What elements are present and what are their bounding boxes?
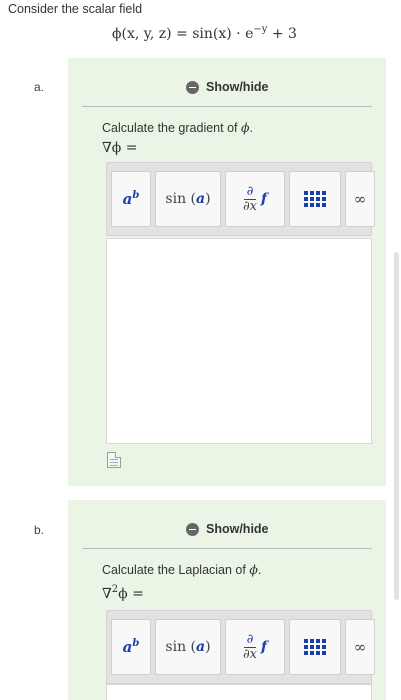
show-hide-toggle-a[interactable]: Show/hide bbox=[186, 80, 269, 94]
infinity-icon: ∞ bbox=[353, 638, 367, 656]
gradient-prompt: Calculate the gradient of ϕ. bbox=[102, 120, 253, 135]
math-toolbar-b: ab sin (a) ∂ ∂x f ∞ bbox=[106, 610, 375, 684]
intro-text: Consider the scalar field bbox=[8, 2, 143, 16]
scalar-field-equation: ϕ(x, y, z) = sin(x) · e−y + 3 bbox=[112, 24, 297, 42]
file-upload-icon[interactable] bbox=[107, 452, 121, 468]
derivative-button[interactable]: ∂ ∂x f bbox=[225, 171, 285, 227]
power-button[interactable]: ab bbox=[111, 171, 151, 227]
matrix-button[interactable] bbox=[289, 171, 341, 227]
minus-circle-icon bbox=[186, 80, 199, 94]
part-a-panel: Show/hide Calculate the gradient of ϕ. ∇… bbox=[68, 58, 386, 486]
gradient-answer-input[interactable] bbox=[106, 238, 372, 444]
part-b-panel: Show/hide Calculate the Laplacian of ϕ. … bbox=[68, 500, 386, 700]
part-b-label: b. bbox=[34, 523, 45, 537]
power-button[interactable]: ab bbox=[111, 619, 151, 675]
divider bbox=[82, 106, 372, 107]
matrix-icon bbox=[304, 639, 326, 655]
sin-button[interactable]: sin (a) bbox=[155, 619, 221, 675]
infinity-button[interactable]: ∞ bbox=[345, 171, 375, 227]
part-a-label: a. bbox=[34, 80, 45, 94]
laplacian-math-label: ∇2ϕ = bbox=[102, 584, 144, 602]
infinity-icon: ∞ bbox=[353, 190, 367, 208]
divider bbox=[82, 548, 372, 549]
show-hide-toggle-b[interactable]: Show/hide bbox=[186, 522, 269, 536]
math-toolbar-a: ab sin (a) ∂ ∂x f ∞ bbox=[106, 162, 375, 236]
minus-circle-icon bbox=[186, 522, 199, 536]
laplacian-prompt: Calculate the Laplacian of ϕ. bbox=[102, 562, 262, 577]
matrix-icon bbox=[304, 191, 326, 207]
scrollbar[interactable] bbox=[394, 252, 399, 600]
gradient-math-label: ∇ϕ = bbox=[102, 140, 138, 156]
infinity-button[interactable]: ∞ bbox=[345, 619, 375, 675]
derivative-button[interactable]: ∂ ∂x f bbox=[225, 619, 285, 675]
sin-button[interactable]: sin (a) bbox=[155, 171, 221, 227]
matrix-button[interactable] bbox=[289, 619, 341, 675]
laplacian-answer-input[interactable] bbox=[106, 684, 372, 700]
